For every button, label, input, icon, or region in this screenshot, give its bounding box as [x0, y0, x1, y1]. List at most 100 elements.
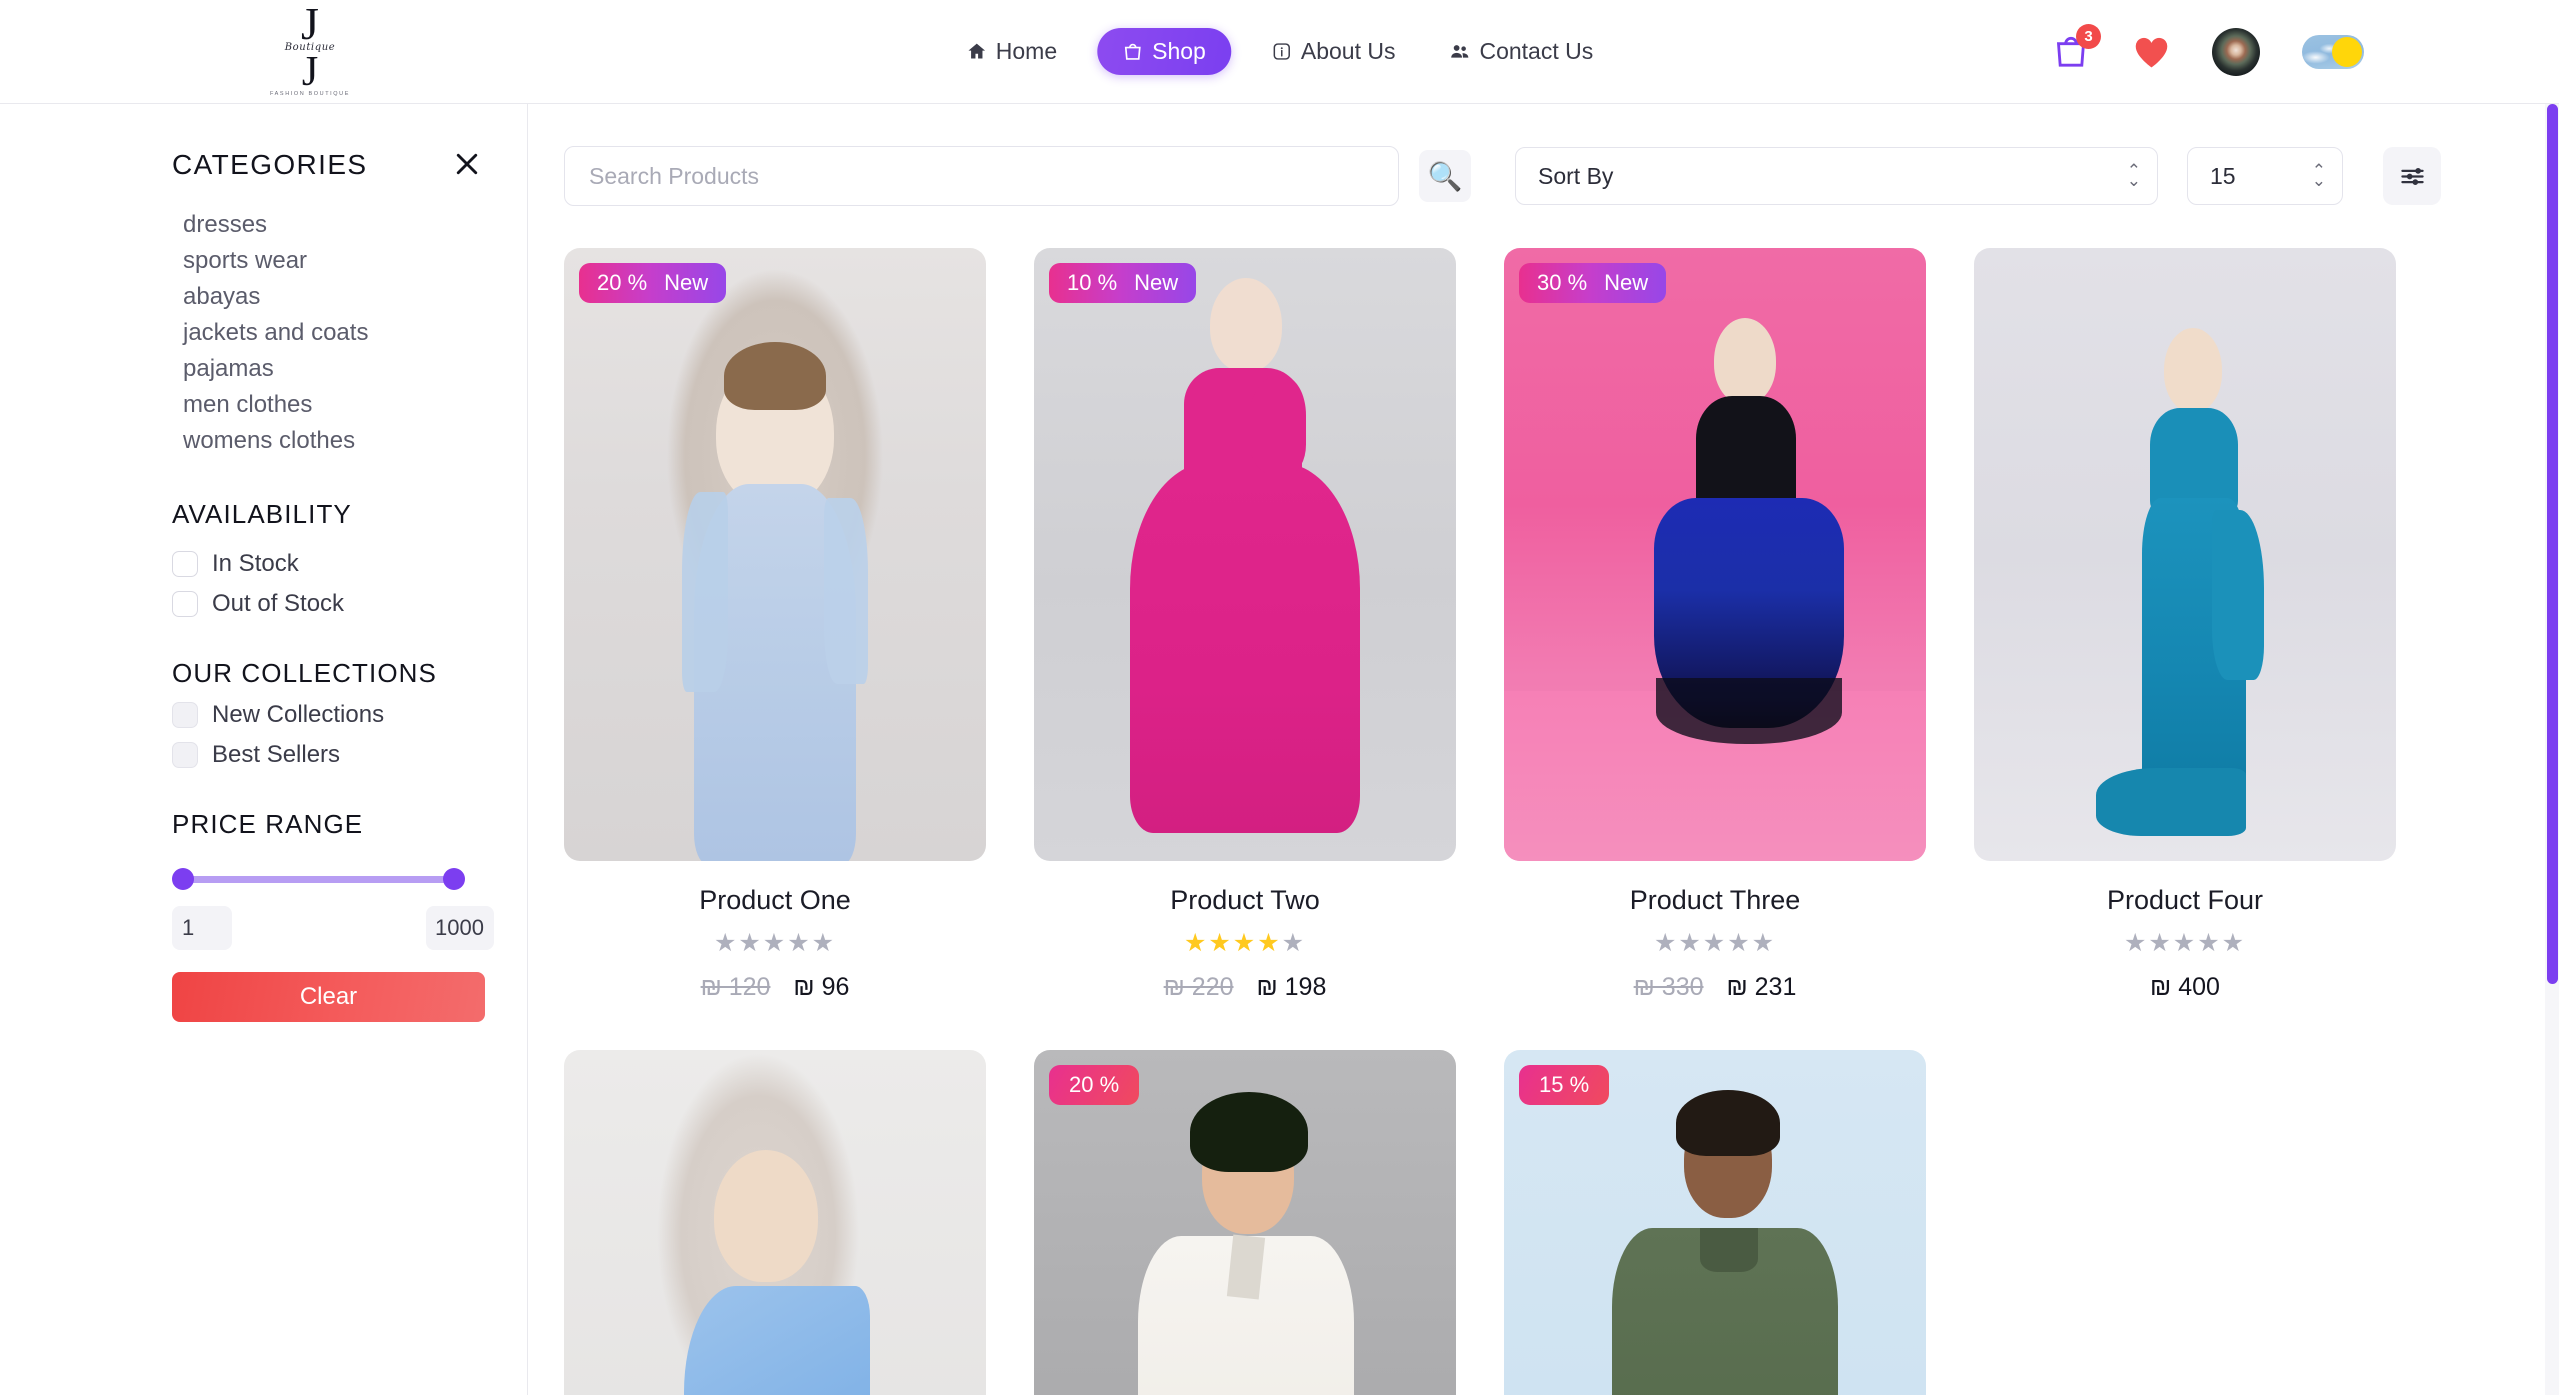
star-icon: ★ — [2221, 929, 2247, 957]
search-input[interactable] — [564, 146, 1399, 206]
theme-toggle[interactable] — [2302, 34, 2364, 69]
product-grid: 20 % New Product One ★★★★★ ₪ 120 ₪ 96 10… — [564, 248, 2499, 1395]
filters-sidebar: CATEGORIES dresses sports wear abayas ja… — [0, 104, 528, 1395]
checkbox-in-stock[interactable] — [172, 551, 198, 577]
sidebar-item-dresses[interactable]: dresses — [183, 207, 527, 243]
product-price: ₪ 198 — [1256, 973, 1327, 1001]
header-actions: 3 — [2051, 23, 2364, 76]
nav-item-about[interactable]: About Us — [1257, 29, 1410, 74]
logo-tagline: FASHION BOUTIQUE — [270, 91, 350, 97]
product-prices: ₪ 330 ₪ 231 — [1504, 973, 1926, 1002]
price-inputs: 1 1000 — [172, 906, 494, 950]
star-icon: ★ — [1232, 929, 1258, 957]
star-icon: ★ — [2148, 929, 2173, 957]
page-body: CATEGORIES dresses sports wear abayas ja… — [0, 104, 2559, 1395]
product-card[interactable]: 30 % New Product Three ★★★★★ ₪ 330 ₪ 231 — [1504, 248, 1926, 1002]
sidebar-item-sports-wear[interactable]: sports wear — [183, 243, 527, 279]
listing-toolbar: 🔍 Sort By ⌃⌄ 15 ⌃⌄ — [564, 146, 2499, 206]
product-name: Product One — [699, 885, 851, 915]
heart-icon[interactable] — [2133, 35, 2170, 69]
slider-handle-max[interactable] — [443, 868, 465, 890]
teal-satin-gown-image — [1974, 248, 2396, 861]
search-button[interactable]: 🔍 — [1419, 150, 1471, 202]
price-min-input[interactable]: 1 — [172, 906, 232, 950]
sort-by-select[interactable]: Sort By — [1515, 147, 2158, 205]
home-icon — [966, 41, 987, 62]
product-name: Product Three — [1629, 885, 1801, 915]
filter-new-collections[interactable]: New Collections — [0, 701, 527, 729]
checkbox-out-of-stock[interactable] — [172, 591, 198, 617]
close-icon[interactable] — [452, 149, 482, 179]
product-prices: ₪ 120 ₪ 96 — [564, 973, 986, 1002]
checkbox-best-sellers[interactable] — [172, 742, 198, 768]
sidebar-item-abayas[interactable]: abayas — [183, 279, 527, 315]
star-icon: ★ — [1678, 929, 1703, 957]
star-icon: ★ — [1281, 929, 1307, 957]
product-old-price: ₪ 220 — [1163, 973, 1234, 1001]
filter-toggle-button[interactable] — [2383, 147, 2441, 205]
product-card[interactable]: 20 % New Product One ★★★★★ ₪ 120 ₪ 96 — [564, 248, 986, 1002]
logo-letter-top: J — [301, 0, 319, 49]
nav-label-about: About Us — [1300, 38, 1396, 64]
availability-title: AVAILABILITY — [172, 499, 352, 529]
filter-in-stock[interactable]: In Stock — [0, 550, 527, 578]
product-badge: 15 % — [1519, 1065, 1610, 1105]
page-scrollbar[interactable] — [2545, 104, 2559, 1395]
clear-filters-button[interactable]: Clear — [172, 972, 485, 1022]
sidebar-item-men-clothes[interactable]: men clothes — [183, 387, 527, 423]
price-range-title: PRICE RANGE — [172, 809, 364, 839]
scrollbar-thumb[interactable] — [2547, 104, 2558, 984]
star-icon: ★ — [1183, 929, 1209, 957]
product-card[interactable]: Product Four ★★★★★ ₪ 400 — [1974, 248, 2396, 1002]
label-in-stock: In Stock — [212, 550, 299, 577]
fuchsia-ball-gown-image — [1034, 248, 1456, 861]
product-image[interactable]: 30 % New — [1504, 248, 1926, 861]
checkbox-new-collections[interactable] — [172, 702, 198, 728]
product-image[interactable]: 20 % — [1034, 1050, 1456, 1395]
shopping-bag-icon — [1122, 41, 1143, 62]
star-icon: ★ — [1702, 929, 1728, 957]
main-navigation: Home Shop About Us Contact Us — [952, 28, 1607, 75]
star-icon: ★ — [1751, 929, 1777, 957]
product-image[interactable]: 15 % — [1504, 1050, 1926, 1395]
star-icon: ★ — [1653, 929, 1679, 957]
product-image[interactable]: 10 % New — [1034, 248, 1456, 861]
product-card[interactable] — [564, 1050, 986, 1395]
product-prices: ₪ 400 — [1974, 973, 2396, 1002]
badge-new: New — [664, 270, 709, 295]
product-image[interactable] — [1974, 248, 2396, 861]
filter-best-sellers[interactable]: Best Sellers — [0, 741, 527, 769]
label-out-of-stock: Out of Stock — [212, 590, 345, 617]
nav-label-home: Home — [995, 38, 1058, 64]
sidebar-item-pajamas[interactable]: pajamas — [183, 351, 527, 387]
filter-out-of-stock[interactable]: Out of Stock — [0, 590, 527, 618]
categories-title: CATEGORIES — [172, 149, 368, 180]
badge-new: New — [1134, 270, 1179, 295]
star-icon: ★ — [2197, 929, 2222, 957]
price-max-input[interactable]: 1000 — [426, 906, 494, 950]
page-size-select[interactable]: 15 — [2187, 147, 2343, 205]
sidebar-item-womens-clothes[interactable]: womens clothes — [183, 423, 527, 459]
product-card[interactable]: 15 % — [1504, 1050, 1926, 1395]
product-rating: ★★★★★ — [1504, 930, 1926, 956]
slider-handle-min[interactable] — [172, 868, 194, 890]
page-size-wrapper: 15 ⌃ ⌄ — [2172, 147, 2343, 205]
star-icon: ★ — [2172, 929, 2198, 957]
cart-count-badge: 3 — [2076, 23, 2101, 49]
product-image[interactable] — [564, 1050, 986, 1395]
nav-item-home[interactable]: Home — [952, 29, 1071, 74]
nav-item-shop[interactable]: Shop — [1097, 28, 1231, 75]
product-rating: ★★★★★ — [564, 930, 986, 956]
avatar[interactable] — [2212, 27, 2260, 76]
cart-button[interactable]: 3 — [2051, 23, 2101, 73]
sidebar-item-jackets-and-coats[interactable]: jackets and coats — [183, 315, 527, 351]
product-card[interactable]: 10 % New Product Two ★★★★★ ₪ 220 ₪ 198 — [1034, 248, 1456, 1002]
star-icon: ★ — [1208, 929, 1233, 957]
brand-logo[interactable]: J Boutique J FASHION BOUTIQUE — [255, 0, 365, 102]
product-image[interactable]: 20 % New — [564, 248, 986, 861]
product-card[interactable]: 20 % — [1034, 1050, 1456, 1395]
nav-item-contact[interactable]: Contact Us — [1435, 29, 1607, 74]
star-icon: ★ — [738, 929, 763, 957]
users-icon — [1449, 41, 1470, 62]
price-range-slider[interactable] — [172, 868, 465, 890]
